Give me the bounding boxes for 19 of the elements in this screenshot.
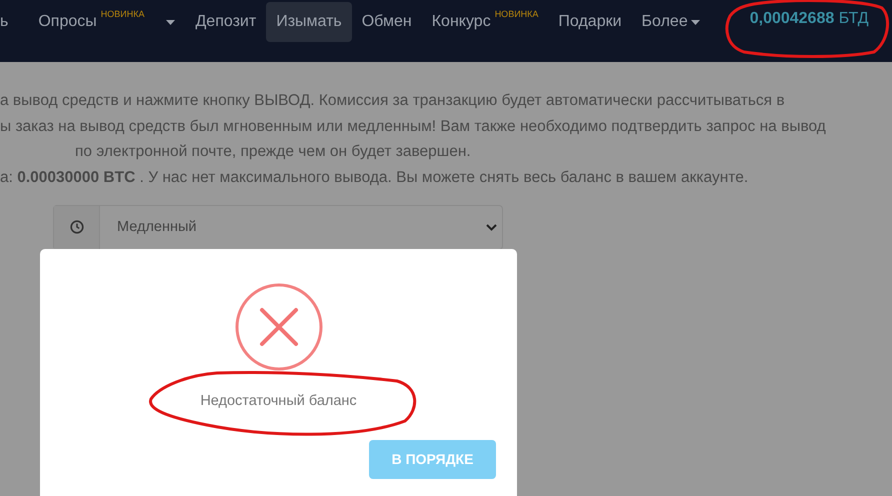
- instruction-text: а: 0.00030000 BTC . У нас нет максимального вывода. Вы можете снять весь баланс в вашем аккаунте.: [0, 168, 750, 188]
- select-value: Медленный: [117, 219, 198, 236]
- nav-link[interactable]: Более: [632, 2, 710, 42]
- instruction-text: а вывод средств и нажмите кнопку ВЫВОД. Комиссия за транзакцию будет автоматически рассчитываться в: [0, 91, 786, 111]
- chevron-down-icon: [486, 224, 497, 231]
- nav-link[interactable]: Опросы $^{НОВИНКА}$: [28, 2, 186, 42]
- new-label: НОВИНКА: [100, 10, 144, 19]
- nav-link[interactable]: Изымать: [266, 2, 352, 42]
- clock-icon: [70, 220, 84, 234]
- nav-link[interactable]: Обмен: [352, 2, 422, 42]
- dialog-message: Недостаточный баланс: [200, 392, 357, 409]
- error-x-icon: [234, 282, 322, 371]
- instruction-text: ы заказ на вывод средств был мгновенным или медленным! Вам также необходимо подтвердить запрос на вывод: [0, 116, 827, 137]
- nav-link[interactable]: Подарки: [548, 2, 632, 42]
- nav-link[interactable]: Депозит: [185, 2, 266, 42]
- new-label: НОВИНКА: [494, 10, 538, 19]
- nav-link[interactable]: ь: [0, 2, 28, 42]
- nav-link[interactable]: Конкурс $^{НОВИНКА}$: [422, 2, 548, 42]
- instruction-text: по электронной почте, прежде чем он будет завершен.: [74, 142, 472, 162]
